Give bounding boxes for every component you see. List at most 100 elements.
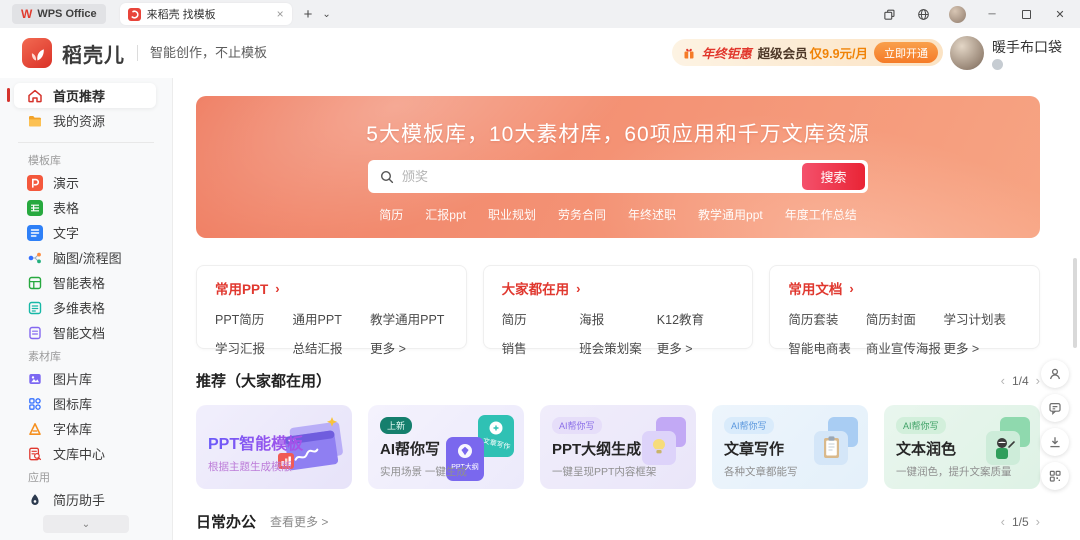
card-title: AI帮你写: [380, 438, 512, 459]
sidebar-item-icon-library[interactable]: 图标库: [14, 391, 156, 416]
quick-link[interactable]: 简历封面: [866, 309, 944, 328]
sidebar-item-my-resources[interactable]: 我的资源: [14, 108, 156, 133]
sidebar-item-multi-table[interactable]: 多维表格: [14, 295, 156, 320]
membership-promo-banner[interactable]: 年终钜惠 超级会员 仅9.9元/月 立即开通: [672, 39, 943, 66]
quick-link[interactable]: 商业宣传海报: [866, 338, 944, 357]
maximize-button[interactable]: [1018, 6, 1034, 22]
tab-docer[interactable]: 来稻壳 找模板 ×: [120, 3, 292, 25]
sidebar-item-resume-helper[interactable]: 简历助手: [14, 487, 156, 512]
tab-list-caret-icon[interactable]: ⌄: [322, 9, 330, 20]
search-input[interactable]: [402, 169, 802, 184]
quick-link[interactable]: PPT简历: [215, 309, 293, 328]
scrollbar-thumb[interactable]: [1073, 258, 1077, 348]
quick-link-more[interactable]: 更多 >: [657, 338, 735, 357]
hot-tag[interactable]: 汇报ppt: [425, 206, 466, 223]
image-library-icon: [27, 371, 43, 387]
account-area[interactable]: 暖手布口袋: [950, 36, 1062, 70]
hot-tag[interactable]: 职业规划: [488, 206, 536, 223]
card-article-writing[interactable]: AI帮你写 文章写作 各种文章都能写: [712, 405, 868, 489]
sidebar-item-presentation[interactable]: 演示: [14, 170, 156, 195]
search-button[interactable]: 搜索: [802, 163, 865, 190]
quick-link[interactable]: 班会策划案: [579, 338, 657, 357]
sidebar-item-smart-sheet[interactable]: 智能表格: [14, 270, 156, 295]
docer-logo[interactable]: [22, 38, 52, 68]
close-window-button[interactable]: ✕: [1052, 6, 1068, 22]
workspace-icon[interactable]: [881, 6, 897, 22]
feedback-button[interactable]: [1041, 394, 1069, 422]
hot-tag[interactable]: 年终述职: [628, 206, 676, 223]
quick-link-more[interactable]: 更多 >: [943, 338, 1021, 357]
card-title: 文章写作: [724, 438, 856, 459]
docer-leaf-icon: [22, 38, 52, 68]
daily-see-more-link[interactable]: 查看更多 >: [270, 513, 328, 530]
globe-settings-icon[interactable]: [915, 6, 931, 22]
quick-link[interactable]: 教学通用PPT: [370, 309, 448, 328]
card-subtitle: 一键润色，提升文案质量: [896, 464, 1028, 479]
contact-service-button[interactable]: [1041, 360, 1069, 388]
quick-link[interactable]: 总结汇报: [293, 338, 371, 357]
wps-office-menu-button[interactable]: W WPS Office: [12, 4, 106, 24]
sidebar-item-label: 字体库: [53, 419, 92, 438]
sidebar-item-image-library[interactable]: 图片库: [14, 366, 156, 391]
quick-link[interactable]: 简历套装: [788, 309, 866, 328]
hot-tag[interactable]: 年度工作总结: [785, 206, 857, 223]
sidebar-item-mindmap[interactable]: 脑图/流程图: [14, 245, 156, 270]
download-client-button[interactable]: [1041, 428, 1069, 456]
gift-icon: [682, 46, 696, 60]
sidebar-expand-button[interactable]: ⌄: [43, 515, 129, 533]
quick-link[interactable]: 销售: [502, 338, 580, 357]
sidebar-divider: [18, 142, 154, 143]
quick-link[interactable]: 通用PPT: [293, 309, 371, 328]
quick-link[interactable]: 简历: [502, 309, 580, 328]
quick-card-everyone-uses: 大家都在用› 简历 海报 K12教育 销售 班会策划案 更多 >: [483, 265, 754, 349]
sidebar-item-font-library[interactable]: 字体库: [14, 416, 156, 441]
pager-page: 1/4: [1012, 374, 1029, 388]
quick-link[interactable]: 智能电商表: [788, 338, 866, 357]
quick-link[interactable]: 海报: [579, 309, 657, 328]
user-avatar[interactable]: [950, 36, 984, 70]
new-tab-button[interactable]: +: [304, 7, 313, 22]
card-text-polish[interactable]: AI帮你写 文本润色 一键润色，提升文案质量: [884, 405, 1040, 489]
recommend-section-header: 推荐（大家都在用） ‹ 1/4 ›: [196, 370, 1040, 391]
quick-card-title[interactable]: 常用PPT›: [215, 278, 448, 298]
hot-tag[interactable]: 简历: [379, 206, 403, 223]
pager-next-icon[interactable]: ›: [1036, 373, 1040, 388]
quick-card-title-text: 常用文档: [788, 278, 842, 298]
chevron-right-icon: ›: [576, 281, 580, 296]
qr-code-button[interactable]: [1041, 462, 1069, 490]
card-ppt-outline[interactable]: AI帮你写 PPT大纲生成 一键呈现PPT内容框架: [540, 405, 696, 489]
chevron-right-icon: ›: [275, 281, 279, 296]
sidebar-item-writer[interactable]: 文字: [14, 220, 156, 245]
card-ai-write[interactable]: 上新 AI帮你写 实用场景 一键生成 文章写作 PPT大纲: [368, 405, 524, 489]
hero-banner: 5大模板库，10大素材库，60项应用和千万文库资源 搜索 简历 汇报ppt 职业…: [196, 96, 1040, 238]
tab-close-icon[interactable]: ×: [277, 8, 284, 20]
sidebar-item-spreadsheet[interactable]: 表格: [14, 195, 156, 220]
minimize-button[interactable]: ─: [984, 6, 1000, 22]
wps-logo-icon: W: [21, 7, 32, 21]
hot-tag[interactable]: 劳务合同: [558, 206, 606, 223]
pager-prev-icon[interactable]: ‹: [1001, 514, 1005, 529]
quick-card-title[interactable]: 常用文档 ›: [788, 278, 1021, 298]
person-icon: [1048, 367, 1062, 381]
sidebar-item-doc-center[interactable]: 文库中心: [14, 441, 156, 466]
sidebar-item-smart-doc[interactable]: 智能文档: [14, 320, 156, 345]
quick-card-title[interactable]: 大家都在用›: [502, 278, 735, 298]
open-membership-button[interactable]: 立即开通: [874, 42, 938, 63]
card-ppt-smart-template[interactable]: PPT智能模板 根据主题生成模版: [196, 405, 352, 489]
sidebar-item-label: 我的资源: [53, 111, 105, 130]
chevron-right-icon: ›: [849, 281, 853, 296]
quick-link[interactable]: 学习计划表: [943, 309, 1021, 328]
sidebar-item-home[interactable]: 首页推荐: [14, 83, 156, 108]
hot-tag[interactable]: 教学通用ppt: [698, 206, 763, 223]
brand-tagline: 智能创作，不止模板: [137, 45, 267, 61]
quick-link[interactable]: 学习汇报: [215, 338, 293, 357]
pager-next-icon[interactable]: ›: [1036, 514, 1040, 529]
quick-card-links: PPT简历 通用PPT 教学通用PPT 学习汇报 总结汇报 更多 >: [215, 309, 448, 357]
pager-prev-icon[interactable]: ‹: [1001, 373, 1005, 388]
quick-link[interactable]: K12教育: [657, 309, 735, 328]
wps-office-label: WPS Office: [37, 8, 96, 20]
sidebar: 首页推荐 我的资源 模板库 演示 表格 文字 脑图/流程图 智能表格: [0, 78, 173, 540]
icon-library-icon: [27, 396, 43, 412]
quick-link-more[interactable]: 更多 >: [370, 338, 448, 357]
titlebar-avatar[interactable]: [949, 6, 966, 23]
